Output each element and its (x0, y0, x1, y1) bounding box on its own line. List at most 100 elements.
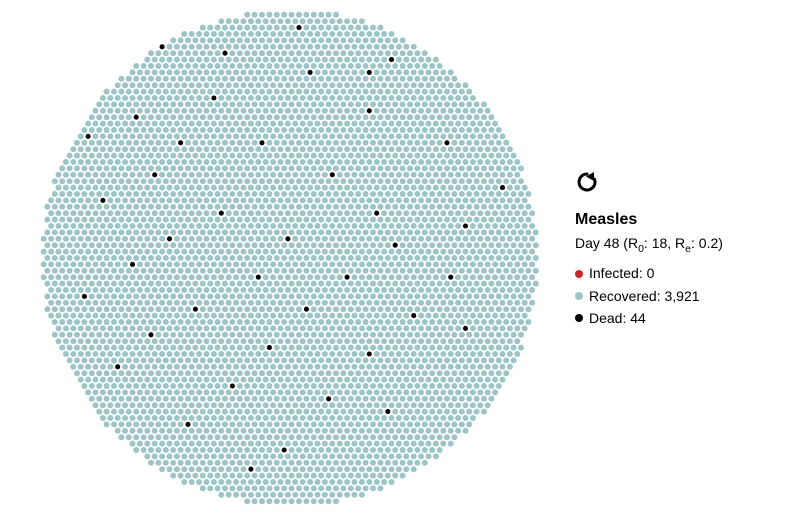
dot-recovered (204, 44, 210, 50)
dot-recovered (144, 159, 150, 165)
dot-recovered (278, 364, 284, 370)
dot-recovered (211, 57, 217, 63)
dot-recovered (78, 338, 84, 344)
dot-recovered (389, 428, 395, 434)
dot-recovered (429, 319, 435, 325)
dot-recovered (207, 319, 213, 325)
dot-recovered (385, 242, 391, 248)
dot-recovered (500, 325, 506, 331)
dot-recovered (355, 255, 361, 261)
dot-recovered (122, 338, 128, 344)
dot-recovered (292, 82, 298, 88)
dot-recovered (122, 172, 128, 178)
dot-recovered (485, 338, 491, 344)
dot-recovered (78, 197, 84, 203)
dot-recovered (389, 351, 395, 357)
dot-recovered (396, 377, 402, 383)
dot-recovered (363, 485, 369, 491)
dot-recovered (385, 460, 391, 466)
dot-recovered (429, 396, 435, 402)
dot-recovered (507, 287, 513, 293)
dot-recovered (63, 313, 69, 319)
dot-recovered (207, 37, 213, 43)
dot-recovered (492, 364, 498, 370)
dot-recovered (429, 204, 435, 210)
dot-recovered (111, 383, 117, 389)
dot-recovered (448, 172, 454, 178)
dot-recovered (340, 165, 346, 171)
dot-recovered (229, 255, 235, 261)
dot-recovered (481, 396, 487, 402)
dot-recovered (418, 159, 424, 165)
dot-recovered (48, 249, 54, 255)
dot-recovered (444, 153, 450, 159)
dot-recovered (352, 31, 358, 37)
dot-recovered (300, 441, 306, 447)
dot-recovered (141, 242, 147, 248)
dot-recovered (196, 146, 202, 152)
dot-recovered (355, 332, 361, 338)
dot-recovered (263, 210, 269, 216)
dot-recovered (322, 402, 328, 408)
dot-recovered (522, 197, 528, 203)
dot-recovered (266, 50, 272, 56)
dot-recovered (74, 370, 80, 376)
dot-recovered (289, 242, 295, 248)
dot-recovered (44, 281, 50, 287)
dot-recovered (215, 332, 221, 338)
dot-dead (211, 95, 216, 100)
dot-recovered (359, 377, 365, 383)
dot-recovered (326, 434, 332, 440)
dot-recovered (359, 197, 365, 203)
dot-recovered (463, 338, 469, 344)
dot-recovered (196, 325, 202, 331)
dot-recovered (218, 325, 224, 331)
dot-recovered (67, 281, 73, 287)
dot-recovered (196, 338, 202, 344)
dot-recovered (329, 121, 335, 127)
dot-recovered (392, 345, 398, 351)
dot-recovered (392, 409, 398, 415)
dot-recovered (477, 236, 483, 242)
dot-recovered (396, 57, 402, 63)
dot-recovered (492, 287, 498, 293)
dot-recovered (440, 364, 446, 370)
dot-recovered (340, 306, 346, 312)
dot-recovered (359, 453, 365, 459)
refresh-button[interactable] (575, 170, 599, 194)
dot-recovered (444, 409, 450, 415)
dot-recovered (333, 153, 339, 159)
dot-recovered (485, 210, 491, 216)
dot-recovered (385, 383, 391, 389)
dot-recovered (218, 146, 224, 152)
dot-recovered (492, 313, 498, 319)
dot-recovered (374, 172, 380, 178)
dot-recovered (189, 287, 195, 293)
dot-recovered (307, 428, 313, 434)
dot-recovered (355, 409, 361, 415)
dot-recovered (500, 172, 506, 178)
dot-recovered (414, 178, 420, 184)
dot-recovered (178, 473, 184, 479)
dot-recovered (311, 268, 317, 274)
dot-recovered (433, 441, 439, 447)
dot-recovered (488, 165, 494, 171)
dot-recovered (400, 306, 406, 312)
dot-recovered (96, 357, 102, 363)
dot-recovered (207, 217, 213, 223)
dot-recovered (385, 153, 391, 159)
dot-recovered (215, 447, 221, 453)
dot-recovered (155, 268, 161, 274)
dot-recovered (459, 293, 465, 299)
dot-recovered (218, 300, 224, 306)
dot-recovered (233, 133, 239, 139)
dot-recovered (470, 261, 476, 267)
dot-recovered (414, 50, 420, 56)
dot-recovered (488, 153, 494, 159)
dot-recovered (222, 345, 228, 351)
dot-dead (152, 172, 157, 177)
dot-recovered (392, 421, 398, 427)
dot-recovered (377, 89, 383, 95)
dot-recovered (229, 217, 235, 223)
dot-recovered (118, 383, 124, 389)
